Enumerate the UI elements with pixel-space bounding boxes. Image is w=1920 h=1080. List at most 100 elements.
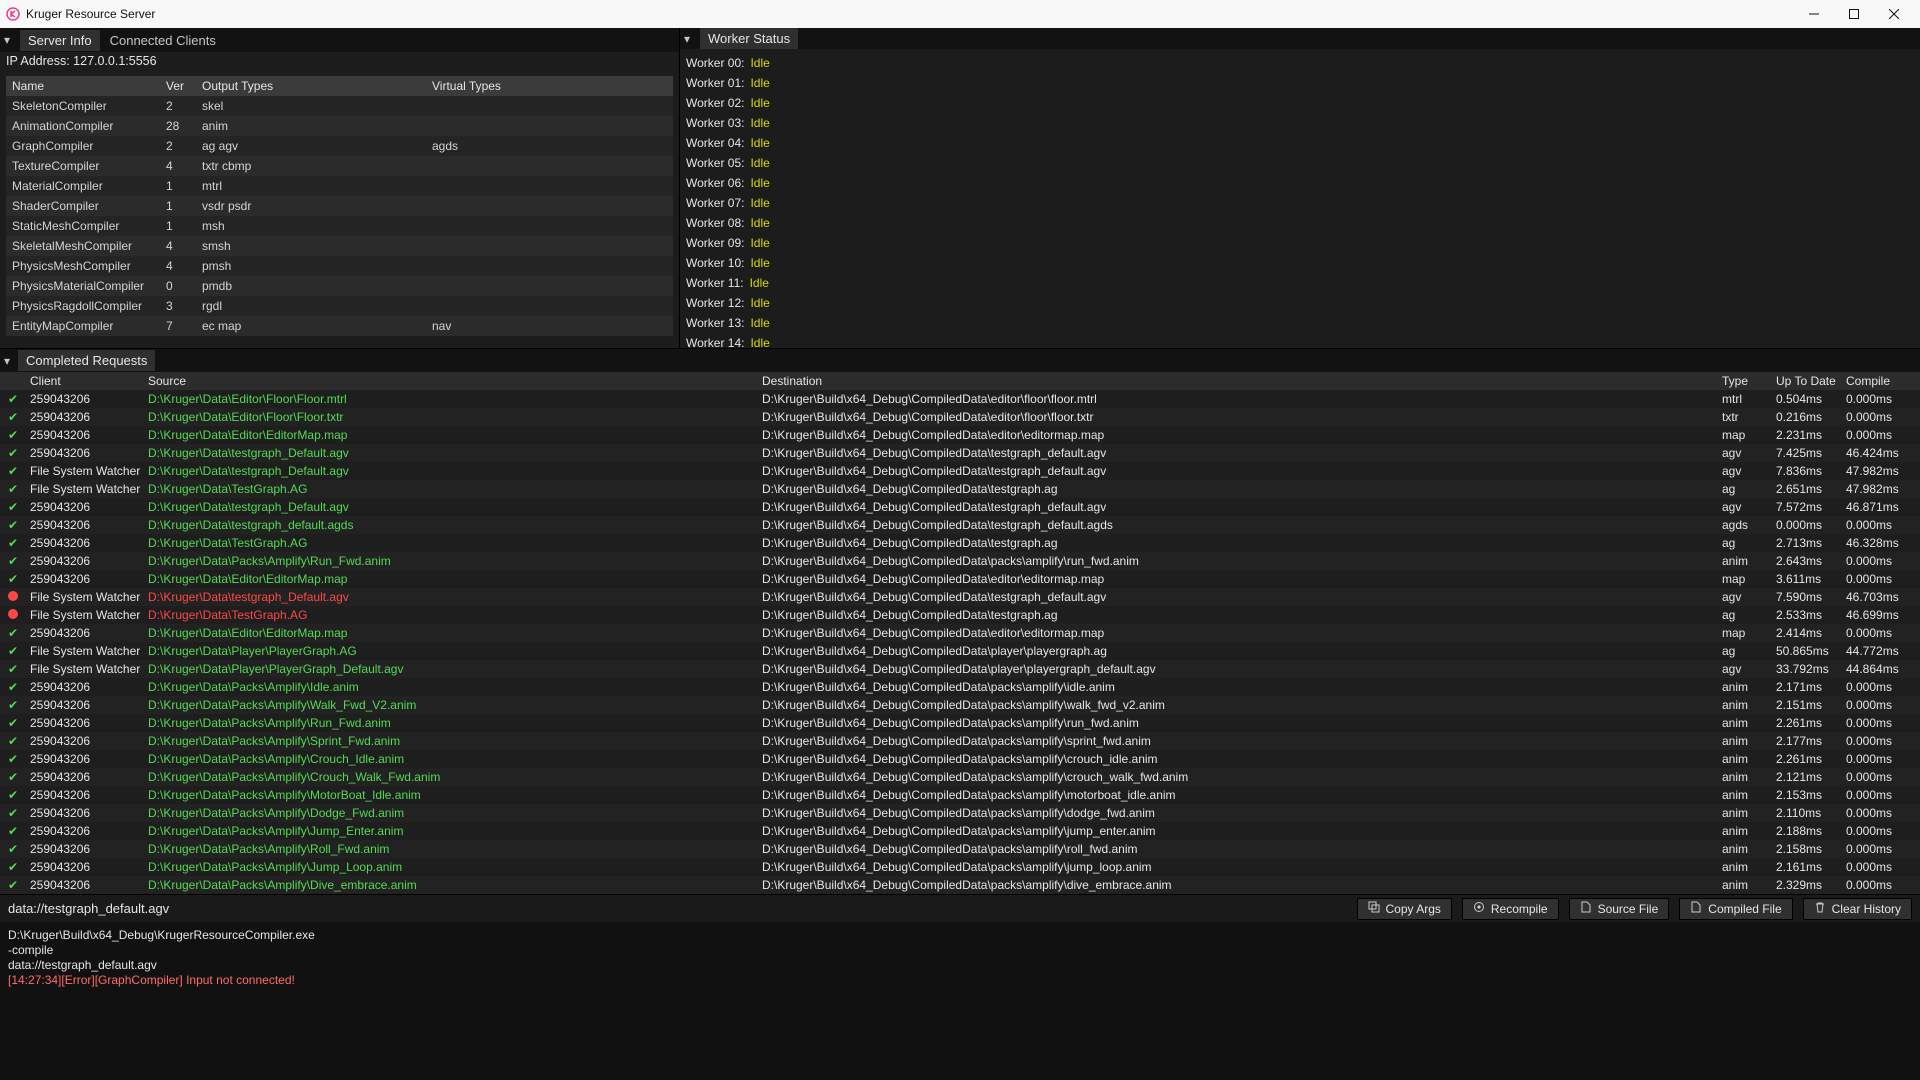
request-row[interactable]: ✔259043206D:\Kruger\Data\Editor\EditorMa… [0,570,1920,588]
worker-line: Worker 10:Idle [686,253,1914,273]
recompile-button[interactable]: Recompile [1462,898,1559,920]
request-row[interactable]: ✔259043206D:\Kruger\Data\Editor\EditorMa… [0,624,1920,642]
request-row[interactable]: ✔259043206D:\Kruger\Data\Packs\Amplify\R… [0,714,1920,732]
request-row[interactable]: ✔File System WatcherD:\Kruger\Data\testg… [0,462,1920,480]
col-client[interactable]: Client [30,374,148,388]
request-row[interactable]: ✔259043206D:\Kruger\Data\Packs\Amplify\C… [0,768,1920,786]
request-row[interactable]: ✔259043206D:\Kruger\Data\Packs\Amplify\D… [0,876,1920,894]
request-row[interactable]: ✔259043206D:\Kruger\Data\Packs\Amplify\D… [0,804,1920,822]
workers-list: Worker 00:IdleWorker 01:IdleWorker 02:Id… [680,49,1920,357]
window-title: Kruger Resource Server [26,7,1794,21]
tab-server-info[interactable]: Server Info [20,30,100,51]
titlebar: Kruger Resource Server [0,0,1920,28]
completed-requests-tabbar: ▾ Completed Requests [0,348,1920,372]
minimize-button[interactable] [1794,0,1834,28]
worker-line: Worker 09:Idle [686,233,1914,253]
col-compile[interactable]: Compile [1846,374,1918,388]
check-icon: ✔ [8,878,18,892]
request-row[interactable]: ✔259043206D:\Kruger\Data\testgraph_Defau… [0,498,1920,516]
check-icon: ✔ [8,842,18,856]
error-icon [8,608,18,622]
worker-line: Worker 05:Idle [686,153,1914,173]
dropdown-icon[interactable]: ▾ [4,33,18,47]
worker-line: Worker 02:Idle [686,93,1914,113]
request-row[interactable]: ✔File System WatcherD:\Kruger\Data\TestG… [0,480,1920,498]
col-source[interactable]: Source [148,374,762,388]
log-output: D:\Kruger\Build\x64_Debug\KrugerResource… [0,922,1920,1080]
request-row[interactable]: ✔259043206D:\Kruger\Data\Packs\Amplify\R… [0,552,1920,570]
request-row[interactable]: ✔259043206D:\Kruger\Data\Packs\Amplify\J… [0,822,1920,840]
request-row[interactable]: ✔File System WatcherD:\Kruger\Data\Playe… [0,660,1920,678]
check-icon: ✔ [8,716,18,730]
compiler-row[interactable]: TextureCompiler4txtr cbmp [6,156,673,176]
request-row[interactable]: ✔259043206D:\Kruger\Data\Packs\Amplify\R… [0,840,1920,858]
compiler-row[interactable]: AnimationCompiler28anim [6,116,673,136]
col-out[interactable]: Output Types [202,79,432,93]
compiled-file-button[interactable]: Compiled File [1679,898,1792,920]
check-icon: ✔ [8,860,18,874]
ip-address-label: IP Address: 127.0.0.1:5556 [0,52,679,70]
request-row[interactable]: ✔259043206D:\Kruger\Data\Packs\Amplify\M… [0,786,1920,804]
compiler-row[interactable]: GraphCompiler2ag agvagds [6,136,673,156]
request-row[interactable]: ✔259043206D:\Kruger\Data\Packs\Amplify\W… [0,696,1920,714]
col-destination[interactable]: Destination [762,374,1722,388]
request-row[interactable]: ✔259043206D:\Kruger\Data\Packs\Amplify\I… [0,678,1920,696]
compiler-row[interactable]: EntityMapCompiler7ec mapnav [6,316,673,336]
request-row[interactable]: File System WatcherD:\Kruger\Data\TestGr… [0,606,1920,624]
tab-connected-clients[interactable]: Connected Clients [102,30,224,51]
compiler-row[interactable]: MaterialCompiler1mtrl [6,176,673,196]
request-row[interactable]: ✔259043206D:\Kruger\Data\Editor\Floor\Fl… [0,408,1920,426]
requests-rows: ✔259043206D:\Kruger\Data\Editor\Floor\Fl… [0,390,1920,894]
dropdown-icon[interactable]: ▾ [4,354,18,368]
request-row[interactable]: ✔259043206D:\Kruger\Data\Packs\Amplify\S… [0,732,1920,750]
request-row[interactable]: ✔259043206D:\Kruger\Data\Editor\Floor\Fl… [0,390,1920,408]
right-tabbar: ▾ Worker Status [680,28,1920,49]
check-icon: ✔ [8,518,18,532]
dropdown-icon[interactable]: ▾ [684,32,698,46]
col-up-to-date[interactable]: Up To Date [1776,374,1846,388]
worker-line: Worker 04:Idle [686,133,1914,153]
worker-line: Worker 01:Idle [686,73,1914,93]
check-icon: ✔ [8,824,18,838]
col-type[interactable]: Type [1722,374,1776,388]
compiler-row[interactable]: SkeletonCompiler2skel [6,96,673,116]
col-ver[interactable]: Ver [166,79,202,93]
col-virt[interactable]: Virtual Types [432,79,673,93]
source-file-button[interactable]: Source File [1569,898,1670,920]
requests-header-row: Client Source Destination Type Up To Dat… [0,372,1920,390]
check-icon: ✔ [8,644,18,658]
trash-icon [1814,901,1826,916]
tab-completed-requests[interactable]: Completed Requests [18,350,155,371]
check-icon: ✔ [8,680,18,694]
check-icon: ✔ [8,788,18,802]
compiler-row[interactable]: ShaderCompiler1vsdr psdr [6,196,673,216]
check-icon: ✔ [8,572,18,586]
compiler-row[interactable]: StaticMeshCompiler1msh [6,216,673,236]
request-row[interactable]: ✔259043206D:\Kruger\Data\TestGraph.AGD:\… [0,534,1920,552]
check-icon: ✔ [8,428,18,442]
btn-label: Copy Args [1386,902,1441,916]
worker-line: Worker 00:Idle [686,53,1914,73]
check-icon: ✔ [8,662,18,676]
worker-line: Worker 07:Idle [686,193,1914,213]
clear-history-button[interactable]: Clear History [1803,898,1912,920]
copy-args-button[interactable]: Copy Args [1357,898,1452,920]
tab-worker-status[interactable]: Worker Status [700,28,798,49]
compiler-row[interactable]: PhysicsMaterialCompiler0pmdb [6,276,673,296]
request-row[interactable]: ✔259043206D:\Kruger\Data\Packs\Amplify\J… [0,858,1920,876]
request-row[interactable]: ✔259043206D:\Kruger\Data\Packs\Amplify\C… [0,750,1920,768]
request-row[interactable]: ✔259043206D:\Kruger\Data\testgraph_defau… [0,516,1920,534]
compiler-row[interactable]: SkeletalMeshCompiler4smsh [6,236,673,256]
request-row[interactable]: ✔259043206D:\Kruger\Data\Editor\EditorMa… [0,426,1920,444]
request-row[interactable]: ✔259043206D:\Kruger\Data\testgraph_Defau… [0,444,1920,462]
compiler-row[interactable]: PhysicsRagdollCompiler3rgdl [6,296,673,316]
request-row[interactable]: File System WatcherD:\Kruger\Data\testgr… [0,588,1920,606]
maximize-button[interactable] [1834,0,1874,28]
btn-label: Compiled File [1708,902,1781,916]
compilers-table: Name Ver Output Types Virtual Types Skel… [6,76,673,336]
request-row[interactable]: ✔File System WatcherD:\Kruger\Data\Playe… [0,642,1920,660]
col-name[interactable]: Name [6,79,166,93]
close-button[interactable] [1874,0,1914,28]
left-tabbar: ▾ Server Info Connected Clients [0,28,679,52]
compiler-row[interactable]: PhysicsMeshCompiler4pmsh [6,256,673,276]
